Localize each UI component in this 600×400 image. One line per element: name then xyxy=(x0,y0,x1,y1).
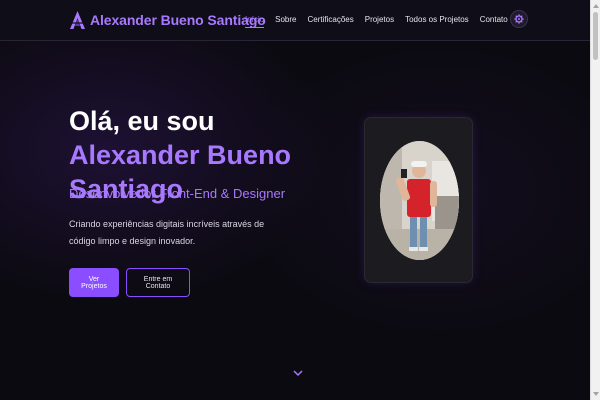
hero-subtitle: Desenvolvedor Front-End & Designer xyxy=(69,186,286,201)
scroll-down-icon[interactable] xyxy=(593,392,599,396)
view-projects-button[interactable]: Ver Projetos xyxy=(69,268,119,297)
nav-link-projetos[interactable]: Projetos xyxy=(365,15,394,24)
nav-link-contato[interactable]: Contato xyxy=(480,15,508,24)
hero-title-prefix: Olá, eu sou xyxy=(69,106,215,136)
theme-toggle-button[interactable] xyxy=(510,10,528,28)
profile-photo xyxy=(380,141,459,260)
nav-link-certificacoes[interactable]: Certificações xyxy=(307,15,353,24)
brand[interactable]: Alexander Bueno Santiago xyxy=(69,10,266,30)
nav-link-sobre[interactable]: Sobre xyxy=(275,15,296,24)
nav-link-inicio[interactable]: Início xyxy=(245,15,265,28)
navbar: Alexander Bueno Santiago Início Sobre Ce… xyxy=(0,0,590,41)
profile-card xyxy=(364,117,473,283)
scrollbar-thumb[interactable] xyxy=(593,12,598,60)
nav-menu: Início Sobre Certificações Projetos Todo… xyxy=(245,15,508,28)
nav-link-todos-os-projetos[interactable]: Todos os Projetos xyxy=(405,15,469,24)
chevron-down-icon[interactable] xyxy=(293,369,303,377)
scroll-up-icon[interactable] xyxy=(593,4,599,8)
profile-photo-illustration xyxy=(380,141,459,260)
triangle-a-logo-icon xyxy=(70,11,85,29)
hero-description: Criando experiências digitais incríveis … xyxy=(69,219,265,246)
page: Alexander Bueno Santiago Início Sobre Ce… xyxy=(0,0,600,400)
contact-button[interactable]: Entre em Contato xyxy=(126,268,190,297)
scrollbar[interactable] xyxy=(590,0,600,400)
brand-name: Alexander Bueno Santiago xyxy=(90,12,266,28)
gear-icon xyxy=(514,14,524,24)
